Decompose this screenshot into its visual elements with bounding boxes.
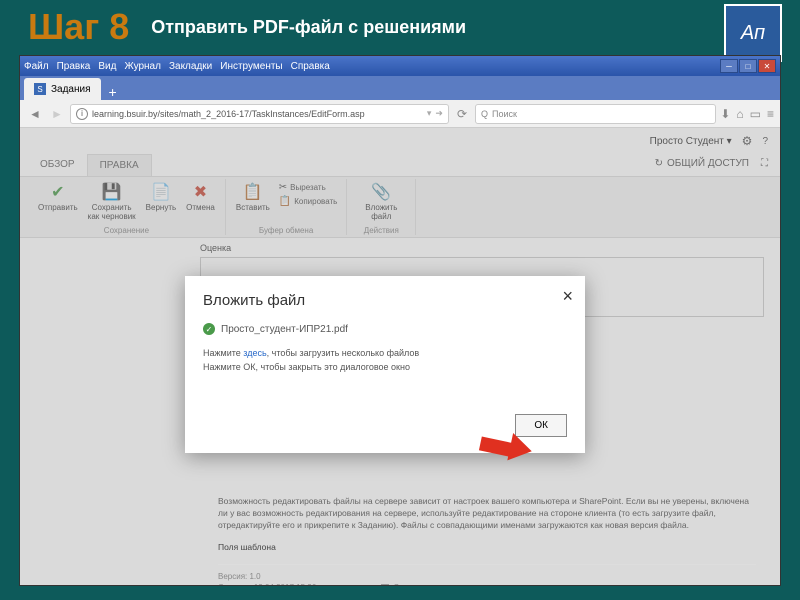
tabbar: S Задания + (20, 76, 780, 100)
search-input[interactable]: Q Поиск (475, 104, 716, 124)
edit-hint-text: Возможность редактировать файлы на серве… (218, 496, 756, 532)
home-icon[interactable]: ⌂ (736, 107, 743, 121)
back-button[interactable]: ◄ (26, 105, 44, 123)
bookmarks-icon[interactable]: ▭ (750, 107, 761, 121)
search-placeholder: Поиск (492, 109, 517, 119)
created-text: Создан в 12.04.2017 15:26 пользователем:… (218, 582, 756, 585)
attach-file-modal: × Вложить файл ✓ Просто_студент-ИПР21.pd… (185, 276, 585, 453)
tab-favicon-icon: S (34, 83, 46, 95)
tab-label: Задания (51, 84, 91, 95)
menu-help[interactable]: Справка (291, 61, 330, 72)
logo: Ап (724, 4, 782, 62)
site-info-icon[interactable]: i (76, 108, 88, 120)
step-title: Шаг 8 (28, 6, 129, 48)
url-input[interactable]: i learning.bsuir.by/sites/math_2_2016-17… (70, 104, 449, 124)
menu-tools[interactable]: Инструменты (220, 61, 282, 72)
template-fields-label: Поля шаблона (218, 542, 756, 554)
upload-more-link[interactable]: здесь (243, 348, 266, 358)
titlebar: Файл Правка Вид Журнал Закладки Инструме… (20, 56, 780, 76)
menu-file[interactable]: Файл (24, 61, 49, 72)
menu-edit[interactable]: Правка (57, 61, 91, 72)
maximize-button[interactable]: □ (739, 59, 757, 73)
reload-button[interactable]: ⟳ (453, 105, 471, 123)
url-text: learning.bsuir.by/sites/math_2_2016-17/T… (92, 109, 365, 119)
uploaded-filename: Просто_студент-ИПР21.pdf (221, 324, 348, 335)
menu-bookmarks[interactable]: Закладки (169, 61, 212, 72)
browser-tab[interactable]: S Задания (24, 78, 101, 100)
uploaded-file-row: ✓ Просто_студент-ИПР21.pdf (203, 323, 567, 335)
downloads-icon[interactable]: ⬇ (720, 107, 730, 121)
version-text: Версия: 1.0 (218, 571, 756, 582)
new-tab-button[interactable]: + (109, 84, 117, 100)
menu-history[interactable]: Журнал (124, 61, 161, 72)
modal-close-button[interactable]: × (562, 286, 573, 307)
hamburger-icon[interactable]: ≡ (767, 107, 774, 121)
minimize-button[interactable]: ─ (720, 59, 738, 73)
page-content: Просто Студент ▾ ⚙ ? ОБЗОР ПРАВКА ↻ ОБЩИ… (20, 128, 780, 585)
step-subtitle: Отправить PDF-файл с решениями (151, 17, 466, 38)
check-icon: ✓ (203, 323, 215, 335)
close-window-button[interactable]: ✕ (758, 59, 776, 73)
forward-button[interactable]: ► (48, 105, 66, 123)
dropdown-icon[interactable]: ▾ (427, 108, 432, 119)
address-bar: ◄ ► i learning.bsuir.by/sites/math_2_201… (20, 100, 780, 128)
modal-title: Вложить файл (203, 292, 567, 309)
reader-icon[interactable]: ➜ (435, 108, 443, 119)
search-icon: Q (481, 109, 488, 119)
browser-window: Файл Правка Вид Журнал Закладки Инструме… (19, 55, 781, 586)
pointer-arrow (480, 432, 536, 462)
menu-view[interactable]: Вид (98, 61, 116, 72)
modal-instructions: Нажмите здесь, чтобы загрузить несколько… (203, 347, 567, 374)
